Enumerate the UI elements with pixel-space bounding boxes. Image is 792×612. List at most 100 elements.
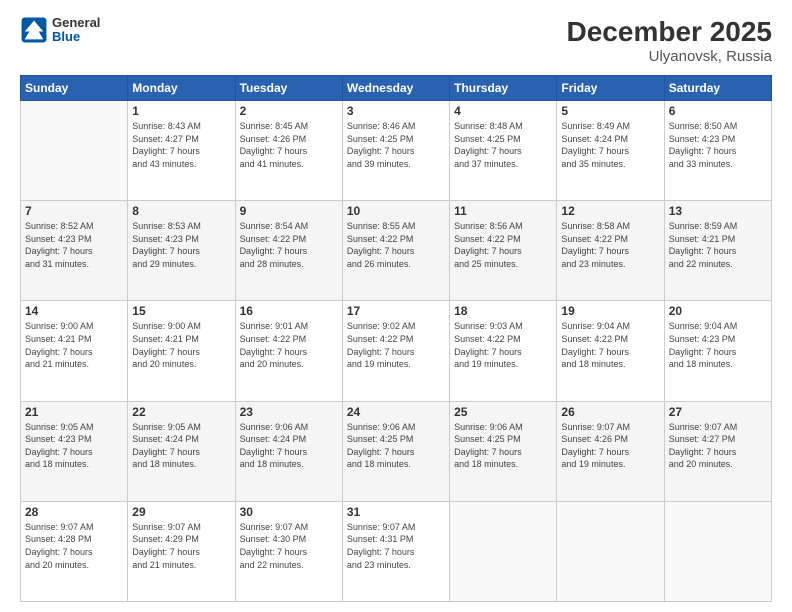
day-number: 23 <box>240 405 338 419</box>
day-number: 9 <box>240 204 338 218</box>
calendar-cell: 29Sunrise: 9:07 AM Sunset: 4:29 PM Dayli… <box>128 501 235 601</box>
day-info: Sunrise: 9:06 AM Sunset: 4:24 PM Dayligh… <box>240 421 338 471</box>
calendar-cell: 26 Sunrise: 9:07 AM Sunset: 4:26 PM Dayli… <box>557 401 664 501</box>
calendar-cell: 8Sunrise: 8:53 AM Sunset: 4:23 PM Daylig… <box>128 201 235 301</box>
day-number: 29 <box>132 505 230 519</box>
calendar-week-1: 1 Sunrise: 8:43 AM Sunset: 4:27 PM Daylig… <box>21 101 772 201</box>
calendar-cell: 14 Sunrise: 9:00 AM Sunset: 4:21 PM Dayli… <box>21 301 128 401</box>
day-header-thursday: Thursday <box>450 76 557 101</box>
day-info: Sunrise: 8:56 AM Sunset: 4:22 PM Dayligh… <box>454 220 552 270</box>
calendar-cell: 19 Sunrise: 9:04 AM Sunset: 4:22 PM Dayli… <box>557 301 664 401</box>
day-info: Sunrise: 8:50 AM Sunset: 4:23 PM Dayligh… <box>669 120 767 170</box>
title-block: December 2025 Ulyanovsk, Russia <box>567 16 772 65</box>
day-header-saturday: Saturday <box>664 76 771 101</box>
day-number: 18 <box>454 304 552 318</box>
day-header-sunday: Sunday <box>21 76 128 101</box>
day-number: 30 <box>240 505 338 519</box>
day-info: Sunrise: 9:04 AM Sunset: 4:23 PM Dayligh… <box>669 320 767 370</box>
day-info: Sunrise: 9:03 AM Sunset: 4:22 PM Dayligh… <box>454 320 552 370</box>
calendar-cell: 4 Sunrise: 8:48 AM Sunset: 4:25 PM Daylig… <box>450 101 557 201</box>
day-info: Sunrise: 9:07 AM Sunset: 4:26 PM Dayligh… <box>561 421 659 471</box>
calendar-cell <box>557 501 664 601</box>
calendar-cell: 12Sunrise: 8:58 AM Sunset: 4:22 PM Dayli… <box>557 201 664 301</box>
day-info: Sunrise: 8:45 AM Sunset: 4:26 PM Dayligh… <box>240 120 338 170</box>
day-info: Sunrise: 8:59 AM Sunset: 4:21 PM Dayligh… <box>669 220 767 270</box>
calendar-cell: 22 Sunrise: 9:05 AM Sunset: 4:24 PM Dayli… <box>128 401 235 501</box>
calendar-cell: 6 Sunrise: 8:50 AM Sunset: 4:23 PM Daylig… <box>664 101 771 201</box>
day-number: 7 <box>25 204 123 218</box>
calendar-cell: 17Sunrise: 9:02 AM Sunset: 4:22 PM Dayli… <box>342 301 449 401</box>
day-info: Sunrise: 9:04 AM Sunset: 4:22 PM Dayligh… <box>561 320 659 370</box>
day-info: Sunrise: 9:07 AM Sunset: 4:31 PM Dayligh… <box>347 521 445 571</box>
calendar-cell: 5Sunrise: 8:49 AM Sunset: 4:24 PM Daylig… <box>557 101 664 201</box>
day-number: 4 <box>454 104 552 118</box>
calendar-cell: 25Sunrise: 9:06 AM Sunset: 4:25 PM Dayli… <box>450 401 557 501</box>
day-number: 1 <box>132 104 230 118</box>
calendar-cell: 11Sunrise: 8:56 AM Sunset: 4:22 PM Dayli… <box>450 201 557 301</box>
day-header-friday: Friday <box>557 76 664 101</box>
calendar-cell: 23 Sunrise: 9:06 AM Sunset: 4:24 PM Dayli… <box>235 401 342 501</box>
calendar-week-4: 21 Sunrise: 9:05 AM Sunset: 4:23 PM Dayli… <box>21 401 772 501</box>
logo-line2: Blue <box>52 30 100 44</box>
calendar-cell: 31 Sunrise: 9:07 AM Sunset: 4:31 PM Dayli… <box>342 501 449 601</box>
calendar-cell: 21 Sunrise: 9:05 AM Sunset: 4:23 PM Dayli… <box>21 401 128 501</box>
calendar-cell: 27 Sunrise: 9:07 AM Sunset: 4:27 PM Dayli… <box>664 401 771 501</box>
logo: General Blue <box>20 16 100 45</box>
calendar-header-row: SundayMondayTuesdayWednesdayThursdayFrid… <box>21 76 772 101</box>
day-number: 6 <box>669 104 767 118</box>
calendar-cell: 7 Sunrise: 8:52 AM Sunset: 4:23 PM Daylig… <box>21 201 128 301</box>
calendar-cell: 3 Sunrise: 8:46 AM Sunset: 4:25 PM Daylig… <box>342 101 449 201</box>
calendar-table: SundayMondayTuesdayWednesdayThursdayFrid… <box>20 75 772 602</box>
day-number: 21 <box>25 405 123 419</box>
page: General Blue December 2025 Ulyanovsk, Ru… <box>0 0 792 612</box>
day-number: 22 <box>132 405 230 419</box>
day-number: 26 <box>561 405 659 419</box>
day-number: 28 <box>25 505 123 519</box>
calendar-week-2: 7 Sunrise: 8:52 AM Sunset: 4:23 PM Daylig… <box>21 201 772 301</box>
logo-line1: General <box>52 16 100 30</box>
day-header-wednesday: Wednesday <box>342 76 449 101</box>
day-info: Sunrise: 9:05 AM Sunset: 4:23 PM Dayligh… <box>25 421 123 471</box>
calendar-cell <box>21 101 128 201</box>
day-info: Sunrise: 8:43 AM Sunset: 4:27 PM Dayligh… <box>132 120 230 170</box>
calendar-cell <box>664 501 771 601</box>
day-number: 14 <box>25 304 123 318</box>
day-info: Sunrise: 9:06 AM Sunset: 4:25 PM Dayligh… <box>454 421 552 471</box>
day-number: 2 <box>240 104 338 118</box>
header: General Blue December 2025 Ulyanovsk, Ru… <box>20 16 772 65</box>
day-info: Sunrise: 8:48 AM Sunset: 4:25 PM Dayligh… <box>454 120 552 170</box>
day-number: 16 <box>240 304 338 318</box>
day-header-monday: Monday <box>128 76 235 101</box>
day-number: 27 <box>669 405 767 419</box>
calendar-cell: 15Sunrise: 9:00 AM Sunset: 4:21 PM Dayli… <box>128 301 235 401</box>
calendar-cell: 28Sunrise: 9:07 AM Sunset: 4:28 PM Dayli… <box>21 501 128 601</box>
calendar-cell: 20Sunrise: 9:04 AM Sunset: 4:23 PM Dayli… <box>664 301 771 401</box>
day-info: Sunrise: 9:06 AM Sunset: 4:25 PM Dayligh… <box>347 421 445 471</box>
day-info: Sunrise: 9:05 AM Sunset: 4:24 PM Dayligh… <box>132 421 230 471</box>
day-number: 19 <box>561 304 659 318</box>
day-info: Sunrise: 9:07 AM Sunset: 4:30 PM Dayligh… <box>240 521 338 571</box>
day-info: Sunrise: 9:07 AM Sunset: 4:27 PM Dayligh… <box>669 421 767 471</box>
day-number: 5 <box>561 104 659 118</box>
day-info: Sunrise: 8:54 AM Sunset: 4:22 PM Dayligh… <box>240 220 338 270</box>
day-info: Sunrise: 8:53 AM Sunset: 4:23 PM Dayligh… <box>132 220 230 270</box>
calendar-cell: 18 Sunrise: 9:03 AM Sunset: 4:22 PM Dayli… <box>450 301 557 401</box>
day-info: Sunrise: 8:46 AM Sunset: 4:25 PM Dayligh… <box>347 120 445 170</box>
day-number: 3 <box>347 104 445 118</box>
day-number: 13 <box>669 204 767 218</box>
day-info: Sunrise: 9:00 AM Sunset: 4:21 PM Dayligh… <box>132 320 230 370</box>
calendar-cell: 16Sunrise: 9:01 AM Sunset: 4:22 PM Dayli… <box>235 301 342 401</box>
day-info: Sunrise: 9:02 AM Sunset: 4:22 PM Dayligh… <box>347 320 445 370</box>
calendar-cell: 24 Sunrise: 9:06 AM Sunset: 4:25 PM Dayli… <box>342 401 449 501</box>
calendar-week-3: 14 Sunrise: 9:00 AM Sunset: 4:21 PM Dayli… <box>21 301 772 401</box>
calendar-cell: 2 Sunrise: 8:45 AM Sunset: 4:26 PM Daylig… <box>235 101 342 201</box>
calendar-cell: 1 Sunrise: 8:43 AM Sunset: 4:27 PM Daylig… <box>128 101 235 201</box>
day-info: Sunrise: 8:52 AM Sunset: 4:23 PM Dayligh… <box>25 220 123 270</box>
day-info: Sunrise: 9:00 AM Sunset: 4:21 PM Dayligh… <box>25 320 123 370</box>
calendar-cell <box>450 501 557 601</box>
day-number: 10 <box>347 204 445 218</box>
day-number: 31 <box>347 505 445 519</box>
calendar-cell: 10Sunrise: 8:55 AM Sunset: 4:22 PM Dayli… <box>342 201 449 301</box>
day-header-tuesday: Tuesday <box>235 76 342 101</box>
day-number: 24 <box>347 405 445 419</box>
